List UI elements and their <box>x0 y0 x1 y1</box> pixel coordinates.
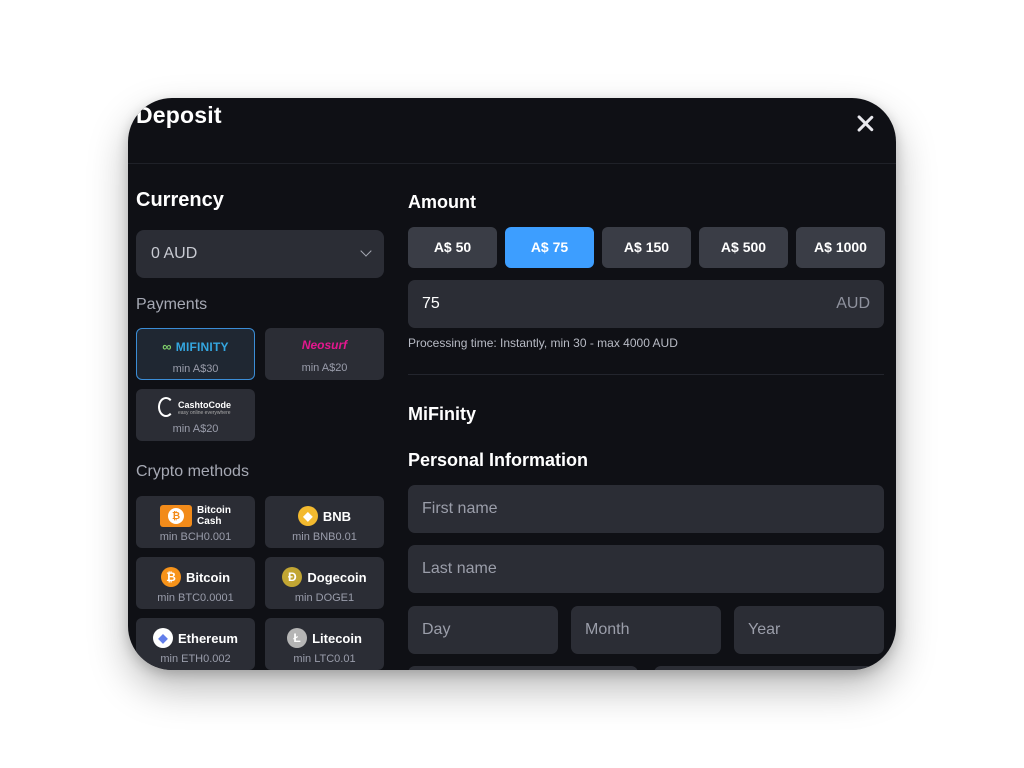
payment-tile-mifinity[interactable]: ∞ MIFINITY min A$30 <box>136 328 255 380</box>
last-name-field[interactable]: Last name <box>408 545 884 593</box>
crypto-tile-bnb[interactable]: ◆ BNB min BNB0.01 <box>265 496 384 548</box>
crypto-min: min BCH0.001 <box>159 531 232 543</box>
crypto-tile-bitcoin-cash[interactable]: ₿ Bitcoin Cash min BCH0.001 <box>136 496 255 548</box>
cashtocode-icon <box>158 397 174 417</box>
crypto-tile-bitcoin[interactable]: ₿ Bitcoin min BTC0.0001 <box>136 557 255 609</box>
personal-info-heading: Personal Information <box>408 450 589 470</box>
method-title: MiFinity <box>408 404 476 424</box>
amount-preset-75[interactable]: A$ 75 <box>505 227 594 268</box>
currency-heading: Currency <box>136 189 224 211</box>
payment-tile-cashtocode[interactable]: CashtoCode easy online everywhere min A$… <box>136 389 255 441</box>
amount-input[interactable]: 75 AUD <box>408 280 884 328</box>
dialog-header: Deposit <box>128 98 896 164</box>
amount-preset-150[interactable]: A$ 150 <box>602 227 691 268</box>
crypto-min: min DOGE1 <box>294 592 355 604</box>
currency-select[interactable]: 0 AUD <box>136 230 384 278</box>
crypto-min: min ETH0.002 <box>160 653 231 665</box>
next-field[interactable] <box>654 666 884 670</box>
cashtocode-logo: CashtoCode easy online everywhere <box>158 397 238 419</box>
crypto-tile-dogecoin[interactable]: Ð Dogecoin min DOGE1 <box>265 557 384 609</box>
amount-heading: Amount <box>408 192 476 212</box>
amount-preset-500[interactable]: A$ 500 <box>699 227 788 268</box>
processing-note: Processing time: Instantly, min 30 - max… <box>408 336 678 350</box>
first-name-field[interactable]: First name <box>408 485 884 533</box>
crypto-tile-litecoin[interactable]: Ł Litecoin min LTC0.01 <box>265 618 384 670</box>
crypto-tile-ethereum[interactable]: ◆ Ethereum min ETH0.002 <box>136 618 255 670</box>
mifinity-logo: ∞ MIFINITY <box>162 339 229 354</box>
infinity-icon: ∞ <box>162 339 172 354</box>
amount-value: 75 <box>422 295 440 312</box>
day-field[interactable]: Day <box>408 606 558 654</box>
payment-tile-neosurf[interactable]: Neosurf min A$20 <box>265 328 384 380</box>
month-field[interactable]: Month <box>571 606 721 654</box>
next-field[interactable] <box>408 666 638 670</box>
crypto-min: min BTC0.0001 <box>157 592 234 604</box>
payment-min: min A$20 <box>301 362 348 374</box>
crypto-min: min LTC0.01 <box>293 653 356 665</box>
deposit-dialog: Deposit Currency 0 AUD Payments ∞ MIFINIT… <box>128 98 896 670</box>
crypto-heading: Crypto methods <box>136 463 249 480</box>
divider <box>408 374 884 375</box>
amount-currency: AUD <box>836 295 870 312</box>
bnb-icon: ◆ <box>297 506 318 526</box>
chevron-down-icon <box>360 245 372 257</box>
dogecoin-icon: Ð <box>282 567 303 587</box>
crypto-min: min BNB0.01 <box>292 531 357 543</box>
currency-select-value: 0 AUD <box>151 245 198 262</box>
amount-preset-1000[interactable]: A$ 1000 <box>796 227 885 268</box>
close-icon[interactable] <box>851 110 879 138</box>
payments-heading: Payments <box>136 296 208 313</box>
bitcoin-icon: ₿ <box>160 567 181 587</box>
neosurf-logo: Neosurf <box>301 338 348 352</box>
year-field[interactable]: Year <box>734 606 884 654</box>
dialog-title: Deposit <box>136 102 222 128</box>
bitcoin-cash-icon: ₿ <box>160 505 193 527</box>
ethereum-icon: ◆ <box>153 628 174 648</box>
payment-min: min A$20 <box>172 423 219 435</box>
payment-min: min A$30 <box>172 363 219 375</box>
amount-preset-50[interactable]: A$ 50 <box>408 227 497 268</box>
litecoin-icon: Ł <box>287 628 308 648</box>
